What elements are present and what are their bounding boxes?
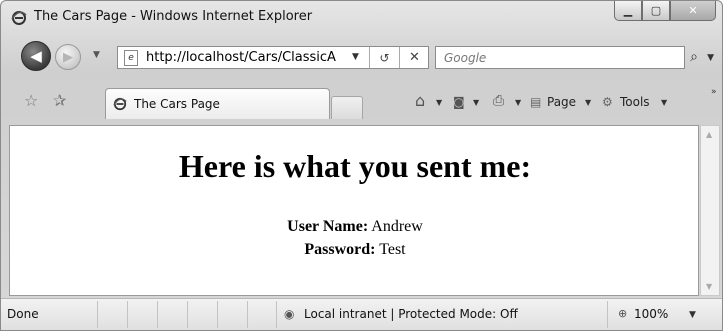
gear-icon: ⚙ xyxy=(602,95,613,109)
security-zone-text[interactable]: Local intranet | Protected Mode: Off xyxy=(304,307,518,321)
zoom-dropdown-icon[interactable]: ▼ xyxy=(689,310,696,320)
page-menu-label: Page xyxy=(547,95,577,109)
user-name-label: User Name: xyxy=(287,218,369,235)
status-divider xyxy=(127,301,128,328)
tab-the-cars-page[interactable]: The Cars Page xyxy=(105,88,330,119)
title-bar: The Cars Page - Windows Internet Explore… xyxy=(1,1,722,33)
print-dropdown-icon[interactable]: ▼ xyxy=(515,98,521,107)
page-menu-icon: ▤ xyxy=(530,95,542,109)
user-name-line: User Name: Andrew xyxy=(10,218,700,236)
search-options-dropdown-icon[interactable]: ▼ xyxy=(707,53,714,63)
refresh-button[interactable]: ↺ xyxy=(369,47,399,68)
forward-button[interactable]: ▶ xyxy=(55,44,81,70)
tab-label: The Cars Page xyxy=(134,97,220,111)
page-icon: e xyxy=(124,50,138,66)
status-divider xyxy=(217,301,218,328)
address-bar[interactable]: e http://localhost/Cars/ClassicA ▼ ↺ ✕ xyxy=(117,46,429,69)
new-tab-button[interactable] xyxy=(331,96,363,119)
status-divider xyxy=(157,301,158,328)
password-label: Password: xyxy=(304,241,376,258)
back-button[interactable]: ◀ xyxy=(21,41,51,71)
browser-window: The Cars Page - Windows Internet Explore… xyxy=(0,0,723,331)
address-dropdown-icon[interactable]: ▼ xyxy=(352,52,359,62)
maximize-icon: ▢ xyxy=(650,4,662,17)
favorites-star-icon[interactable]: ☆ xyxy=(24,91,38,110)
back-arrow-icon: ◀ xyxy=(30,47,42,65)
vertical-scrollbar[interactable]: ▲ ▼ xyxy=(700,125,720,296)
status-divider xyxy=(247,301,248,328)
scroll-up-icon[interactable]: ▲ xyxy=(706,130,712,139)
ie-logo-icon xyxy=(11,11,27,25)
search-placeholder: Google xyxy=(444,51,487,65)
add-to-favorites-icon[interactable]: ✰ xyxy=(53,91,66,110)
zoom-icon: ⊕ xyxy=(618,307,628,320)
status-divider xyxy=(187,301,188,328)
search-input[interactable]: Google xyxy=(435,46,685,69)
page-dropdown-icon: ▼ xyxy=(585,98,592,107)
print-icon[interactable]: ⎙ xyxy=(493,93,504,109)
tools-menu-label: Tools xyxy=(620,95,650,109)
page-heading: Here is what you sent me: xyxy=(178,148,532,184)
status-divider xyxy=(607,301,608,328)
refresh-icon: ↺ xyxy=(379,50,390,65)
feeds-dropdown-icon[interactable]: ▼ xyxy=(473,98,479,107)
stop-icon: ✕ xyxy=(409,50,420,65)
status-divider xyxy=(97,301,98,328)
navigation-bar: ◀ ▶ ▼ e http://localhost/Cars/ClassicA ▼… xyxy=(1,37,722,77)
user-name-value: Andrew xyxy=(371,218,423,235)
ie-page-icon xyxy=(113,97,127,111)
zoom-level[interactable]: 100% xyxy=(634,307,668,321)
scroll-down-icon[interactable]: ▼ xyxy=(706,282,712,291)
window-controls: ▁ ▢ ✕ xyxy=(614,1,716,21)
status-text: Done xyxy=(7,307,39,321)
intranet-zone-icon: ◉ xyxy=(284,307,295,321)
search-icon[interactable]: ⌕ xyxy=(690,49,698,65)
recent-pages-dropdown[interactable]: ▼ xyxy=(93,50,100,60)
more-commands-icon[interactable]: » xyxy=(711,87,717,97)
tools-dropdown-icon: ▼ xyxy=(661,98,668,107)
tab-and-command-bar: ☆ ✰ The Cars Page ⌂ ▼ ◙ ▼ ⎙ ▼ ▤ Page ▼ ⚙… xyxy=(1,81,722,121)
home-dropdown-icon[interactable]: ▼ xyxy=(436,98,442,107)
maximize-button[interactable]: ▢ xyxy=(642,1,670,21)
status-bar: Done ◉ Local intranet | Protected Mode: … xyxy=(1,298,722,330)
status-divider xyxy=(276,301,277,328)
minimize-button[interactable]: ▁ xyxy=(614,1,642,21)
stop-button[interactable]: ✕ xyxy=(399,47,429,68)
forward-arrow-icon: ▶ xyxy=(63,49,73,65)
window-title: The Cars Page - Windows Internet Explore… xyxy=(34,9,313,24)
feeds-icon[interactable]: ◙ xyxy=(453,95,465,109)
minimize-icon: ▁ xyxy=(623,4,633,17)
close-icon: ✕ xyxy=(688,4,698,17)
home-icon[interactable]: ⌂ xyxy=(415,91,425,110)
address-url[interactable]: http://localhost/Cars/ClassicA xyxy=(146,50,336,65)
page-content: Here is what you sent me: User Name: And… xyxy=(9,125,699,296)
password-line: Password: Test xyxy=(10,241,700,259)
password-value: Test xyxy=(379,241,406,258)
close-button[interactable]: ✕ xyxy=(670,1,716,21)
